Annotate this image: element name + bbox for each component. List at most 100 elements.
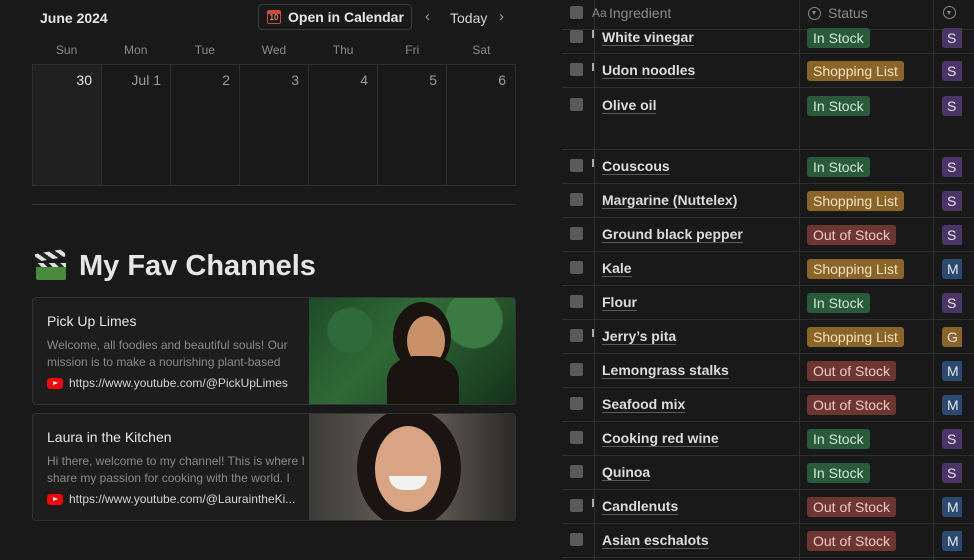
row-checkbox[interactable] xyxy=(570,30,583,43)
status-badge[interactable]: Shopping List xyxy=(807,327,904,347)
table-row[interactable]: Quinoa In Stock S xyxy=(562,456,974,490)
status-badge[interactable]: Out of Stock xyxy=(807,225,897,245)
channel-link[interactable]: https://www.youtube.com/@LauraintheKi... xyxy=(47,492,295,506)
category-badge[interactable]: S xyxy=(942,28,962,48)
select-all-checkbox[interactable] xyxy=(570,6,583,19)
category-badge[interactable]: S xyxy=(942,293,962,313)
category-badge[interactable]: S xyxy=(942,96,962,116)
section-heading-text: My Fav Channels xyxy=(79,250,316,282)
table-row[interactable]: Asian eschalots Out of Stock M xyxy=(562,524,974,558)
calendar-day-cell[interactable]: 30 xyxy=(33,65,102,185)
calendar-day-cell[interactable]: 2 xyxy=(171,65,240,185)
previous-icon[interactable]: ‹ xyxy=(425,8,430,25)
status-badge[interactable]: Shopping List xyxy=(807,191,904,211)
status-badge[interactable]: Shopping List xyxy=(807,61,904,81)
table-row[interactable]: Kale Shopping List M xyxy=(562,252,974,286)
calendar-day-cell[interactable]: 5 xyxy=(378,65,447,185)
row-checkbox[interactable] xyxy=(570,363,583,376)
ingredient-name[interactable]: Lemongrass stalks xyxy=(602,362,729,379)
row-checkbox[interactable] xyxy=(570,295,583,308)
row-checkbox[interactable] xyxy=(570,227,583,240)
table-row[interactable]: Couscous In Stock S xyxy=(562,150,974,184)
status-badge[interactable]: In Stock xyxy=(807,463,870,483)
category-badge[interactable]: S xyxy=(942,225,962,245)
channel-link[interactable]: https://www.youtube.com/@PickUpLimes xyxy=(47,376,288,390)
category-badge[interactable]: S xyxy=(942,463,962,483)
calendar-day-cell[interactable]: Jul 1 xyxy=(102,65,171,185)
category-badge[interactable]: M xyxy=(942,395,962,415)
ingredient-name[interactable]: Quinoa xyxy=(602,464,651,481)
category-badge[interactable]: M xyxy=(942,361,962,381)
ingredient-name[interactable]: White vinegar xyxy=(602,29,694,46)
weekday-label: Wed xyxy=(261,43,287,57)
table-row[interactable]: Lemongrass stalks Out of Stock M xyxy=(562,354,974,388)
category-badge[interactable]: M xyxy=(942,259,962,279)
row-checkbox[interactable] xyxy=(570,431,583,444)
status-badge[interactable]: In Stock xyxy=(807,28,870,48)
weekday-label: Sun xyxy=(55,43,78,57)
table-row[interactable]: Margarine (Nuttelex) Shopping List S xyxy=(562,184,974,218)
category-badge[interactable]: M xyxy=(942,531,962,551)
table-row[interactable]: Olive oil In Stock S xyxy=(562,88,974,150)
today-button[interactable]: Today xyxy=(450,10,487,26)
select-property-icon[interactable] xyxy=(943,6,956,19)
ingredient-name[interactable]: Asian eschalots xyxy=(602,532,709,549)
status-badge[interactable]: In Stock xyxy=(807,157,870,177)
category-badge[interactable]: M xyxy=(942,497,962,517)
ingredient-name[interactable]: Jerry’s pita xyxy=(602,328,677,345)
ingredient-name[interactable]: Cooking red wine xyxy=(602,430,719,447)
ingredient-name[interactable]: Seafood mix xyxy=(602,396,686,413)
table-row[interactable]: Ground black pepper Out of Stock S xyxy=(562,218,974,252)
category-badge[interactable]: S xyxy=(942,157,962,177)
table-row[interactable]: Seafood mix Out of Stock M xyxy=(562,388,974,422)
table-row[interactable]: White vinegar In Stock S xyxy=(562,22,974,54)
next-icon[interactable]: › xyxy=(499,8,504,25)
channel-url: https://www.youtube.com/@PickUpLimes xyxy=(69,376,288,390)
ingredient-name[interactable]: Candlenuts xyxy=(602,498,679,515)
ingredient-name[interactable]: Margarine (Nuttelex) xyxy=(602,192,738,209)
channel-card[interactable]: Laura in the Kitchen Hi there, welcome t… xyxy=(32,413,516,521)
table-row[interactable]: Flour In Stock S xyxy=(562,286,974,320)
row-checkbox[interactable] xyxy=(570,499,583,512)
column-header-status[interactable]: Status xyxy=(808,5,868,21)
row-checkbox[interactable] xyxy=(570,261,583,274)
row-checkbox[interactable] xyxy=(570,98,583,111)
category-badge[interactable]: S xyxy=(942,429,962,449)
calendar-day-cell[interactable]: 4 xyxy=(309,65,378,185)
row-checkbox[interactable] xyxy=(570,193,583,206)
status-badge[interactable]: Out of Stock xyxy=(807,395,897,415)
row-checkbox[interactable] xyxy=(570,63,583,76)
ingredient-name[interactable]: Ground black pepper xyxy=(602,226,743,243)
ingredient-name[interactable]: Udon noodles xyxy=(602,62,696,79)
status-badge[interactable]: In Stock xyxy=(807,429,870,449)
row-checkbox[interactable] xyxy=(570,397,583,410)
ingredient-name[interactable]: Flour xyxy=(602,294,637,311)
row-checkbox[interactable] xyxy=(570,159,583,172)
row-checkbox[interactable] xyxy=(570,465,583,478)
clapper-board-icon xyxy=(34,248,66,280)
table-row[interactable]: Jerry’s pita Shopping List G xyxy=(562,320,974,354)
status-badge[interactable]: In Stock xyxy=(807,293,870,313)
category-badge[interactable]: G xyxy=(942,327,962,347)
ingredient-name[interactable]: Couscous xyxy=(602,158,670,175)
ingredient-name[interactable]: Kale xyxy=(602,260,632,277)
ingredient-name[interactable]: Olive oil xyxy=(602,97,657,114)
calendar-day-cell[interactable]: 3 xyxy=(240,65,309,185)
calendar-day-cell[interactable]: 6 xyxy=(447,65,515,185)
channel-card[interactable]: Pick Up Limes Welcome, all foodies and b… xyxy=(32,297,516,405)
status-badge[interactable]: Shopping List xyxy=(807,259,904,279)
table-row[interactable]: Udon noodles Shopping List S xyxy=(562,54,974,88)
row-checkbox[interactable] xyxy=(570,533,583,546)
category-badge[interactable]: S xyxy=(942,191,962,211)
row-checkbox[interactable] xyxy=(570,329,583,342)
column-header-ingredient[interactable]: Ingredient xyxy=(609,5,671,21)
status-badge[interactable]: Out of Stock xyxy=(807,497,897,517)
status-badge[interactable]: Out of Stock xyxy=(807,361,897,381)
open-in-calendar-button[interactable]: 10 Open in Calendar xyxy=(258,4,412,30)
status-badge[interactable]: Out of Stock xyxy=(807,531,897,551)
table-row[interactable]: Candlenuts Out of Stock M xyxy=(562,490,974,524)
category-badge[interactable]: S xyxy=(942,61,962,81)
status-badge[interactable]: In Stock xyxy=(807,96,870,116)
table-row[interactable]: Cooking red wine In Stock S xyxy=(562,422,974,456)
weekday-header: Sun Mon Tue Wed Thu Fri Sat xyxy=(32,43,516,57)
